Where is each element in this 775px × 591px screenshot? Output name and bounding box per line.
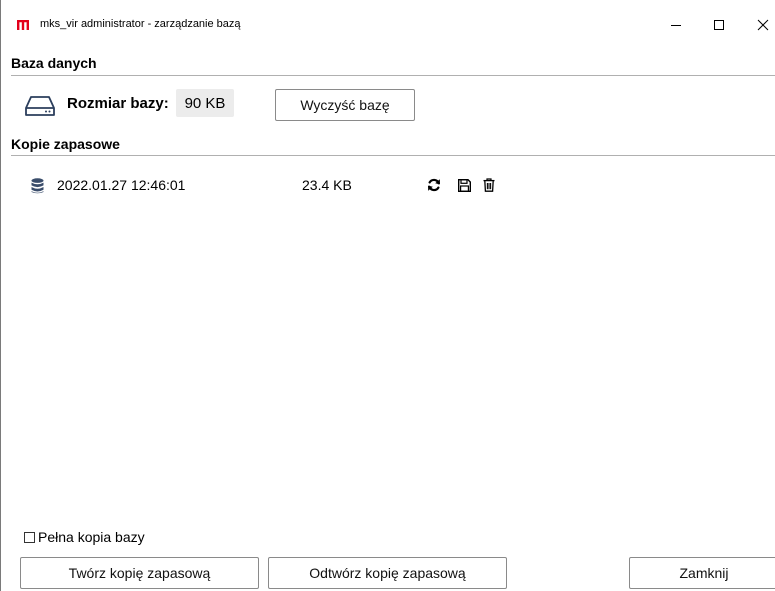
full-backup-option[interactable]: Pełna kopia bazy [24,529,145,545]
hard-drive-icon [25,96,55,116]
database-section-divider [11,75,775,76]
backups-section-divider [11,155,775,156]
backup-size: 23.4 KB [302,177,352,193]
backup-date: 2022.01.27 12:46:01 [57,177,186,193]
close-icon [757,19,769,31]
database-size-value: 90 KB [176,89,234,117]
database-section-header: Baza danych [11,55,97,71]
window-title: mks_vir administrator - zarządzanie bazą [40,18,241,30]
restore-icon [428,178,440,192]
database-stack-icon [31,178,44,194]
minimize-icon [671,25,681,26]
clear-database-button[interactable]: Wyczyść bazę [275,89,415,121]
close-window-button[interactable] [743,10,775,40]
minimize-button[interactable] [656,10,696,40]
backup-list-item[interactable]: 2022.01.27 12:46:01 23.4 KB [21,170,761,200]
database-size-label: Rozmiar bazy: [67,95,169,112]
title-bar[interactable]: mks_vir administrator - zarządzanie bazą [1,0,775,48]
delete-backup-action[interactable] [481,176,497,194]
delete-icon [483,178,495,192]
database-management-window: mks_vir administrator - zarządzanie bazą… [0,0,775,591]
full-backup-label: Pełna kopia bazy [38,529,145,545]
mks-vir-logo-icon [17,20,29,30]
backups-section-header: Kopie zapasowe [11,136,120,152]
restore-backup-button[interactable]: Odtwórz kopię zapasową [268,557,507,589]
save-backup-action[interactable] [456,176,472,194]
create-backup-button[interactable]: Twórz kopię zapasową [20,557,259,589]
restore-backup-action[interactable] [426,176,442,194]
close-button[interactable]: Zamknij [629,557,775,589]
full-backup-checkbox[interactable] [24,531,35,543]
maximize-icon [714,20,724,30]
save-icon [457,178,471,192]
maximize-button[interactable] [699,10,739,40]
